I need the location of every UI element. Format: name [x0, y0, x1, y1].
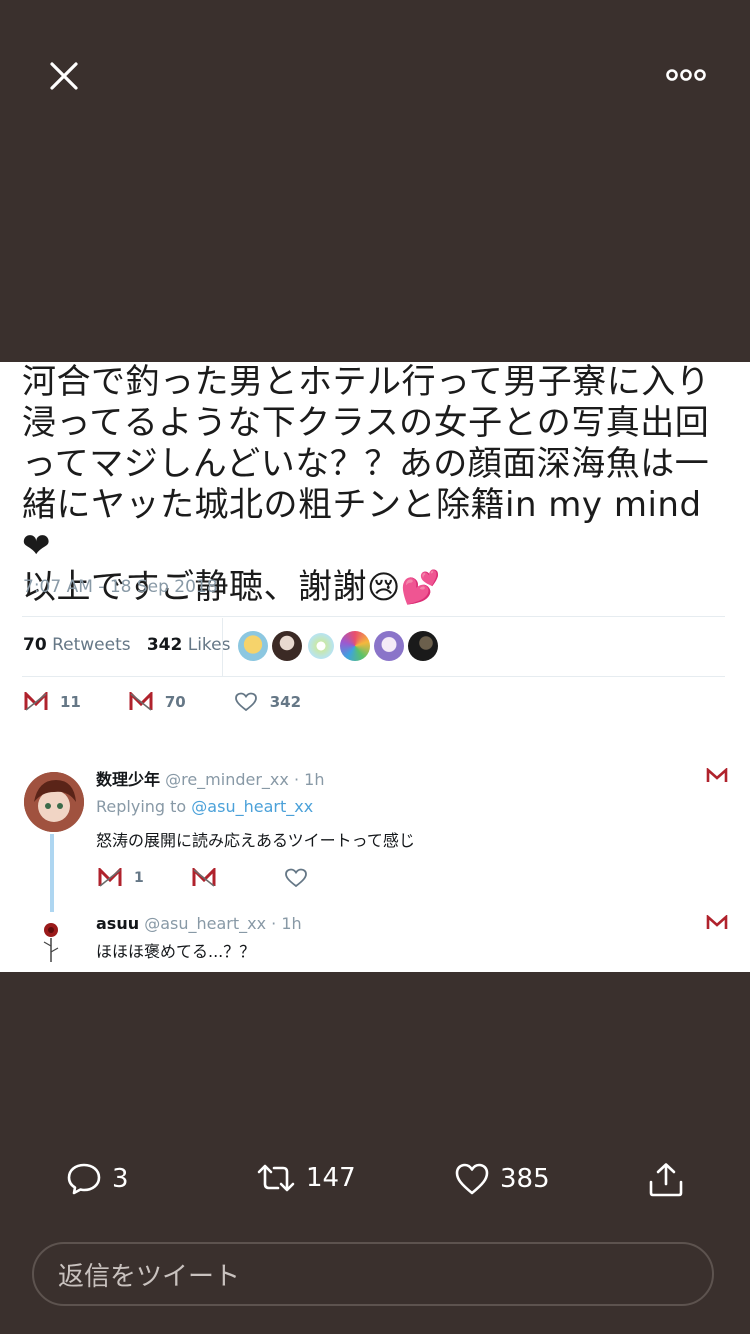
reply2-header: asuu @asu_heart_xx · 1h: [96, 914, 302, 933]
avatar-art: [24, 772, 84, 832]
reply-action[interactable]: 1: [98, 868, 144, 888]
tweet-emojis: 😢💕: [367, 568, 442, 606]
tweet-line-1: 河合で釣った男とホテル行って男子寮に入り: [22, 362, 711, 402]
retweet-icon: [129, 692, 153, 711]
heart-icon: [284, 868, 307, 888]
retweets-count: 70: [23, 635, 47, 655]
reply-body: 怒涛の展開に読み応えあるツイートって感じ: [96, 831, 415, 850]
reply-icon: [24, 692, 48, 711]
avatar: [340, 631, 370, 661]
retweet-icon: [257, 1164, 295, 1192]
comment-icon: [67, 1163, 101, 1195]
reply-author-name[interactable]: 数理少年: [96, 770, 160, 789]
tweet-line-2: 浸ってるような下クラスの女子との写真出回: [22, 403, 710, 443]
likes-label: Likes: [187, 635, 231, 655]
tweet-line-4: 緒にヤッた城北の粗チンと除籍in my mind❤: [22, 485, 702, 566]
tweet-text: 河合で釣った男とホテル行って男子寮に入り 浸ってるような下クラスの女子との写真出…: [22, 362, 727, 608]
share-icon: [649, 1163, 683, 1197]
retweet-icon: [192, 868, 216, 887]
avatar: [306, 631, 336, 661]
replying-to: Replying to @asu_heart_xx: [96, 797, 314, 816]
avatar: [238, 631, 268, 661]
like-count: 385: [500, 1164, 550, 1194]
stats-divider: [222, 618, 223, 676]
reply2-menu-icon[interactable]: [706, 915, 728, 931]
tweet-stats: 70 Retweets 342 Likes: [23, 635, 230, 655]
retweet-count: 147: [306, 1163, 356, 1193]
avatar: [272, 631, 302, 661]
retweet-button[interactable]: 147: [256, 1162, 356, 1194]
replying-to-link[interactable]: @asu_heart_xx: [191, 797, 313, 816]
reply-header: 数理少年 @re_minder_xx · 1h: [96, 766, 324, 790]
divider: [22, 616, 725, 617]
retweets-label: Retweets: [52, 635, 131, 655]
heart-icon: [234, 692, 257, 712]
tweet-screenshot-image[interactable]: 河合で釣った男とホテル行って男子寮に入り 浸ってるような下クラスの女子との写真出…: [0, 362, 750, 972]
retweet-action[interactable]: [192, 868, 216, 888]
action-toolbar: 3 147 385: [0, 1162, 750, 1212]
thread-line: [50, 834, 54, 912]
more-horizontal-icon[interactable]: [664, 62, 708, 88]
like-action[interactable]: [284, 868, 308, 888]
reply-author-handle[interactable]: @re_minder_xx: [165, 770, 289, 789]
tweet-line-3: ってマジしんどいな？？あの顔面深海魚は一: [22, 444, 710, 484]
divider: [22, 676, 725, 677]
reply2-author-name[interactable]: asuu: [96, 914, 139, 933]
avatar: [374, 631, 404, 661]
reply-count: 3: [112, 1164, 129, 1194]
reply-button[interactable]: 3: [66, 1162, 129, 1196]
like-action[interactable]: 342: [234, 692, 301, 712]
reply-icon: [98, 868, 122, 887]
like-button[interactable]: 385: [454, 1162, 550, 1196]
reply-input[interactable]: 返信をツイート: [32, 1242, 714, 1306]
reply2-time: · 1h: [271, 914, 302, 933]
reply-action[interactable]: 11: [24, 692, 81, 712]
rose-avatar: [43, 923, 59, 962]
reply2-author-handle[interactable]: @asu_heart_xx: [144, 914, 266, 933]
retweet-action[interactable]: 70: [129, 692, 186, 712]
reply-menu-icon[interactable]: [706, 768, 728, 784]
avatar: [408, 631, 438, 661]
reply-actions: 1: [98, 868, 308, 888]
reply-input-placeholder: 返信をツイート: [58, 1261, 241, 1292]
heart-icon: [455, 1163, 489, 1195]
close-icon[interactable]: [46, 58, 82, 94]
tweet-timestamp: 7:07 AM - 18 Sep 2018: [23, 577, 218, 597]
tweet-actions: 11 70 342: [24, 692, 301, 712]
reply-time: · 1h: [293, 770, 325, 789]
avatar: [24, 772, 84, 832]
liker-avatars: [238, 631, 438, 661]
share-button[interactable]: [648, 1162, 684, 1198]
likes-count: 342: [146, 635, 183, 655]
reply2-body: ほほほ褒めてる...？？: [96, 942, 256, 961]
